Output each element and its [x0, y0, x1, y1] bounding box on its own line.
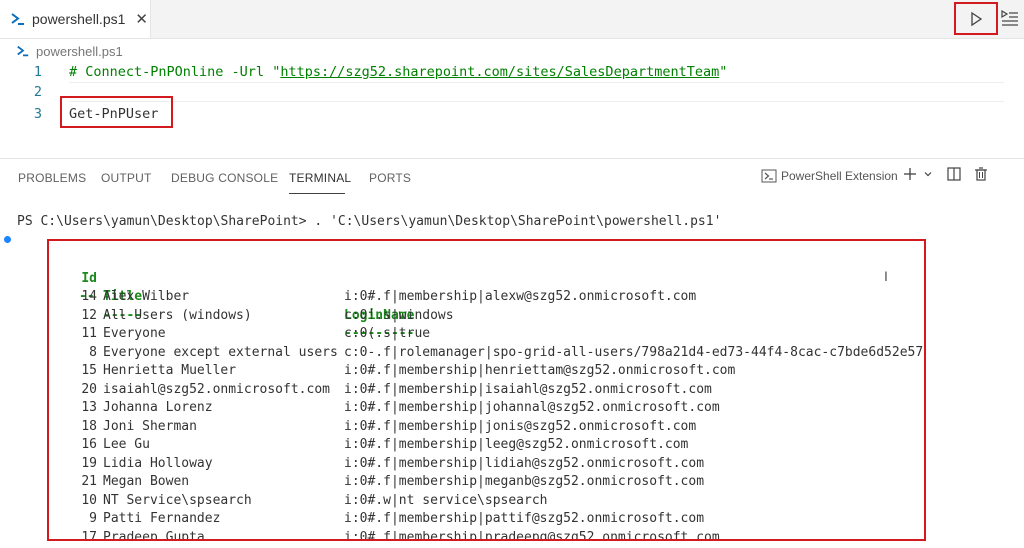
cell-title: Lee Gu [103, 437, 150, 452]
text-cursor-icon: I [884, 268, 888, 284]
cell-title: Everyone except external users [103, 344, 338, 360]
powershell-icon [16, 44, 30, 58]
tab-debug-console[interactable]: DEBUG CONSOLE [171, 171, 278, 185]
more-actions-button[interactable] [1002, 166, 1016, 182]
active-tab-indicator [289, 193, 345, 194]
split-terminal-button[interactable] [946, 166, 962, 182]
cell-login: i:0#.f|membership|alexw@szg52.onmicrosof… [344, 289, 697, 304]
cell-id: 12 [81, 307, 97, 323]
cell-id: 17 [81, 529, 97, 541]
code-line: 1 # Connect-PnPOnline -Url "https://szg5… [0, 62, 1024, 82]
cell-id: 11 [81, 326, 97, 341]
cell-id: 8 [89, 344, 97, 360]
editor-tab-bar: powershell.ps1 ✕ [0, 0, 1024, 39]
powershell-icon [761, 168, 777, 184]
chevron-down-icon[interactable] [922, 168, 934, 180]
run-menu-icon [1001, 9, 1018, 26]
editor-tab-label: powershell.ps1 [32, 11, 126, 27]
terminal-output-table: Id Title LoginName -- ----- --------- 14… [47, 239, 926, 541]
terminal-profile-label: PowerShell Extension [781, 169, 898, 183]
plus-icon [904, 168, 916, 180]
cell-login: i:0#.f|membership|leeg@szg52.onmicrosoft… [344, 437, 689, 452]
table-header-separator: -- ----- --------- [79, 289, 415, 341]
powershell-icon [10, 11, 26, 27]
split-terminal-icon [947, 167, 961, 181]
tab-problems[interactable]: PROBLEMS [18, 171, 86, 185]
breadcrumb-label: powershell.ps1 [36, 43, 123, 59]
highlight-box-command [60, 96, 173, 128]
cell-login: i:0#.f|membership|jonis@szg52.onmicrosof… [344, 418, 697, 434]
cell-title: Lidia Holloway [103, 455, 213, 471]
cell-title: Johanna Lorenz [103, 400, 213, 415]
tab-ports[interactable]: PORTS [369, 171, 411, 185]
run-button[interactable] [954, 2, 998, 35]
cell-login: c:0-.f|rolemanager|spo-grid-all-users/79… [344, 344, 924, 360]
cell-id: 14 [81, 289, 97, 304]
trash-icon [975, 167, 987, 181]
cell-login: c:0(.s|true [344, 326, 431, 341]
run-menu-button[interactable] [1000, 8, 1020, 28]
cell-id: 16 [81, 437, 97, 452]
play-icon [971, 11, 983, 26]
cell-login: i:0#.w|nt service\spsearch [344, 492, 548, 508]
cell-id: 21 [81, 474, 97, 489]
cell-login: i:0#.f|membership|pattif@szg52.onmicroso… [344, 511, 705, 526]
tab-output[interactable]: OUTPUT [101, 171, 152, 185]
tab-terminal[interactable]: TERMINAL [289, 171, 351, 185]
cell-id: 10 [81, 492, 97, 508]
cell-title: Patti Fernandez [103, 511, 221, 526]
cell-title: Alex Wilber [103, 289, 190, 304]
cell-id: 9 [89, 511, 97, 526]
cell-login: i:0#.f|membership|meganb@szg52.onmicroso… [344, 474, 705, 489]
terminal-prompt: PS C:\Users\yamun\Desktop\SharePoint> . … [17, 214, 722, 229]
cell-title: Everyone [103, 326, 166, 341]
cell-id: 18 [81, 418, 97, 434]
kill-terminal-button[interactable] [973, 166, 989, 182]
cell-id: 13 [81, 400, 97, 415]
current-line-highlight [69, 82, 1004, 102]
cell-login: i:0#.f|membership|isaiahl@szg52.onmicros… [344, 381, 712, 397]
cell-id: 15 [81, 363, 97, 378]
cell-login: i:0#.f|membership|henriettam@szg52.onmic… [344, 363, 736, 378]
new-terminal-button[interactable] [902, 166, 934, 182]
url-link[interactable]: https://szg52.sharepoint.com/sites/Sales… [280, 64, 719, 80]
close-icon[interactable]: ✕ [135, 10, 148, 28]
cell-title: isaiahl@szg52.onmicrosoft.com [103, 381, 330, 397]
editor-tab[interactable]: powershell.ps1 ✕ [0, 0, 151, 38]
line-number: 3 [33, 106, 42, 122]
cell-id: 19 [81, 455, 97, 471]
cell-title: All Users (windows) [103, 307, 252, 323]
cell-id: 20 [81, 381, 97, 397]
breadcrumb[interactable]: powershell.ps1 [16, 42, 123, 60]
code-comment: # Connect-PnPOnline -Url "https://szg52.… [69, 64, 728, 80]
cell-login: i:0#.f|membership|lidiah@szg52.onmicroso… [344, 455, 705, 471]
cell-login: c:0!.s|windows [344, 307, 454, 323]
command-decoration-icon[interactable] [4, 236, 11, 243]
cell-login: i:0#.f|membership|pradeepg@szg52.onmicro… [344, 529, 720, 541]
cell-title: Megan Bowen [103, 474, 190, 489]
cell-title: NT Service\spsearch [103, 492, 252, 508]
line-number: 2 [33, 84, 42, 100]
ellipsis-icon [1002, 166, 1016, 182]
cell-login: i:0#.f|membership|johannal@szg52.onmicro… [344, 400, 720, 415]
cell-title: Joni Sherman [103, 418, 197, 434]
table-header: Id Title LoginName [81, 270, 415, 323]
terminal-profile[interactable]: PowerShell Extension [761, 168, 898, 184]
cell-title: Henrietta Mueller [103, 363, 237, 378]
cell-title: Pradeep Gupta [103, 529, 205, 541]
line-number: 1 [33, 64, 42, 80]
